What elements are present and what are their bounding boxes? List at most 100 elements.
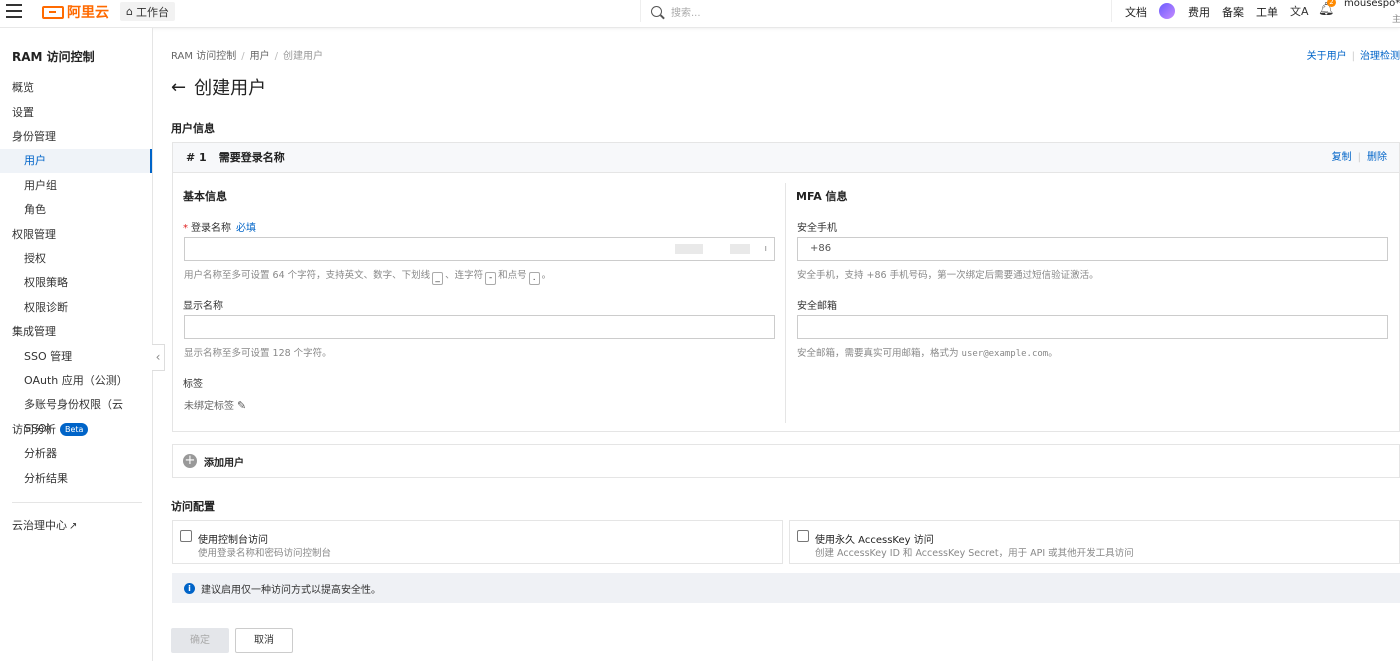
- user-info-section-title: 用户信息: [171, 122, 215, 135]
- language-icon[interactable]: 文A: [1290, 3, 1309, 19]
- security-email-hint: 安全邮箱，需要真实可用邮箱，格式为 user@example.com。: [797, 348, 1058, 359]
- console-access-desc: 使用登录名称和密码访问控制台: [198, 548, 332, 559]
- accesskey-access-title: 使用永久 AccessKey 访问: [815, 535, 934, 546]
- sidebar-item-grants[interactable]: 授权: [0, 247, 152, 271]
- assistant-icon[interactable]: [1159, 3, 1175, 19]
- username[interactable]: mousespo***: [1344, 0, 1400, 9]
- delete-user-link[interactable]: 删除: [1367, 152, 1387, 163]
- edit-icon[interactable]: ✎: [237, 399, 246, 412]
- beta-badge: Beta: [60, 423, 89, 436]
- top-bar: 阿里云 ⌂ 工作台 搜索... 文档 费用 备案 工单 文A 🔔︎ 2 mous…: [0, 0, 1400, 28]
- security-email-input[interactable]: [797, 315, 1388, 339]
- console-access-checkbox[interactable]: [180, 530, 192, 542]
- about-users-link[interactable]: 关于用户: [1307, 51, 1347, 62]
- confirm-button[interactable]: 确定: [171, 628, 229, 653]
- add-user-button[interactable]: + 添加用户: [172, 444, 1400, 478]
- display-name-hint: 显示名称至多可设置 128 个字符。: [184, 348, 332, 359]
- sidebar-divider: [12, 502, 142, 503]
- home-icon: ⌂: [126, 5, 133, 18]
- page-title-text: 创建用户: [194, 78, 267, 99]
- display-name-label: 显示名称: [183, 301, 223, 312]
- access-config-section-title: 访问配置: [171, 500, 215, 513]
- user-card-title: 需要登录名称: [218, 151, 285, 164]
- accesskey-access-checkbox[interactable]: [797, 530, 809, 542]
- info-icon: i: [184, 582, 195, 594]
- breadcrumb-users[interactable]: 用户: [250, 51, 270, 62]
- sidebar-item-governance[interactable]: 云治理中心 ↗: [0, 514, 152, 538]
- page-title: ← 创建用户: [171, 74, 266, 100]
- tags-label: 标签: [183, 379, 203, 390]
- sidebar-item-policies[interactable]: 权限策略: [0, 271, 152, 295]
- breadcrumb-ram[interactable]: RAM 访问控制: [171, 51, 236, 62]
- cancel-button[interactable]: 取消: [235, 628, 293, 653]
- tags-value[interactable]: 未绑定标签 ✎: [184, 397, 246, 412]
- sidebar-item-users[interactable]: 用户: [0, 149, 152, 173]
- nav-filing[interactable]: 备案: [1222, 4, 1244, 20]
- user-card-header: # 1 需要登录名称 复制 | 删除: [173, 143, 1399, 173]
- security-phone-input[interactable]: +86: [797, 237, 1388, 261]
- external-link-icon: ↗: [69, 521, 78, 532]
- sidebar-item-oauth[interactable]: OAuth 应用（公测）: [0, 369, 152, 393]
- console-access-title: 使用控制台访问: [198, 535, 268, 546]
- breadcrumb: RAM 访问控制 / 用户 / 创建用户: [171, 51, 323, 62]
- security-phone-hint: 安全手机，支持 +86 手机号码，第一次绑定后需要通过短信验证激活。: [797, 270, 1099, 281]
- sidebar-item-analysis-results[interactable]: 分析结果: [0, 467, 152, 491]
- security-email-label: 安全邮箱: [797, 301, 837, 312]
- user-card-number: # 1: [186, 151, 207, 164]
- sidebar-item-overview[interactable]: 概览: [0, 76, 152, 100]
- sidebar-group-permissions[interactable]: 权限管理: [0, 223, 152, 247]
- required-link[interactable]: 必填: [236, 223, 256, 234]
- sidebar-item-diagnosis[interactable]: 权限诊断: [0, 296, 152, 320]
- search-icon: [651, 5, 662, 17]
- sidebar-item-settings[interactable]: 设置: [0, 101, 152, 125]
- nav-billing[interactable]: 费用: [1188, 4, 1210, 20]
- security-phone-label: 安全手机: [797, 223, 837, 234]
- phone-prefix: +86: [810, 243, 832, 254]
- add-user-label: 添加用户: [204, 457, 244, 469]
- aliyun-logo-icon: [42, 5, 64, 19]
- copy-user-link[interactable]: 复制: [1332, 152, 1352, 163]
- search-input[interactable]: 搜索...: [640, 0, 1112, 22]
- sidebar-item-sso[interactable]: SSO 管理: [0, 345, 152, 369]
- sidebar-title: RAM 访问控制: [12, 50, 95, 64]
- security-notice-text: 建议启用仅一种访问方式以提高安全性。: [201, 584, 381, 596]
- sidebar: RAM 访问控制 概览 设置 身份管理 用户 用户组 角色 权限管理 授权 权限…: [0, 28, 153, 661]
- collapse-sidebar-button[interactable]: ‹: [152, 344, 165, 371]
- user-card: # 1 需要登录名称 复制 | 删除 基本信息 * 登录名称 必填 ı 用户名称至多可设置…: [172, 142, 1400, 432]
- sidebar-group-identity[interactable]: 身份管理: [0, 125, 152, 149]
- breadcrumb-current: 创建用户: [282, 51, 323, 62]
- display-name-input[interactable]: [184, 315, 775, 339]
- menu-icon[interactable]: [6, 4, 22, 18]
- security-notice: i 建议启用仅一种访问方式以提高安全性。: [172, 573, 1400, 603]
- account-type: 主: [1392, 15, 1400, 25]
- workbench-label: 工作台: [135, 5, 169, 19]
- nav-tickets[interactable]: 工单: [1256, 4, 1278, 20]
- column-divider: [785, 183, 786, 423]
- redacted-text: [730, 244, 750, 254]
- workbench-button[interactable]: ⌂ 工作台: [120, 2, 175, 21]
- back-arrow-icon[interactable]: ←: [171, 77, 186, 98]
- brand-name: 阿里云: [67, 5, 109, 21]
- console-access-option[interactable]: 使用控制台访问 使用登录名称和密码访问控制台: [172, 520, 783, 564]
- sidebar-group-access-analysis[interactable]: 访问分析 Beta: [0, 418, 152, 442]
- search-placeholder: 搜索...: [671, 7, 701, 19]
- plus-circle-icon: +: [183, 453, 197, 468]
- nav-docs[interactable]: 文档: [1125, 4, 1147, 20]
- redacted-text: [675, 244, 703, 254]
- login-name-hint: 用户名称至多可设置 64 个字符，支持英文、数字、下划线 _ 、连字符 - 和点号.。: [184, 270, 552, 285]
- sidebar-item-label: 访问分析: [12, 423, 56, 436]
- sidebar-item-user-groups[interactable]: 用户组: [0, 174, 152, 198]
- sidebar-item-cloud-sso[interactable]: 多账号身份权限（云 SSO）: [0, 393, 152, 435]
- basic-info-title: 基本信息: [183, 190, 227, 203]
- mfa-info-title: MFA 信息: [796, 190, 848, 203]
- sidebar-item-label: 云治理中心: [12, 519, 67, 532]
- accesskey-access-option[interactable]: 使用永久 AccessKey 访问 创建 AccessKey ID 和 Acce…: [789, 520, 1400, 564]
- sidebar-group-integration[interactable]: 集成管理: [0, 320, 152, 344]
- login-name-input[interactable]: ı: [184, 237, 775, 261]
- brand-logo[interactable]: 阿里云: [42, 3, 109, 21]
- sidebar-item-analyzer[interactable]: 分析器: [0, 442, 152, 466]
- login-name-label: * 登录名称 必填: [183, 223, 256, 234]
- governance-check-link[interactable]: 治理检测: [1360, 51, 1400, 62]
- sidebar-item-roles[interactable]: 角色: [0, 198, 152, 222]
- accesskey-access-desc: 创建 AccessKey ID 和 AccessKey Secret，用于 AP…: [815, 548, 1134, 559]
